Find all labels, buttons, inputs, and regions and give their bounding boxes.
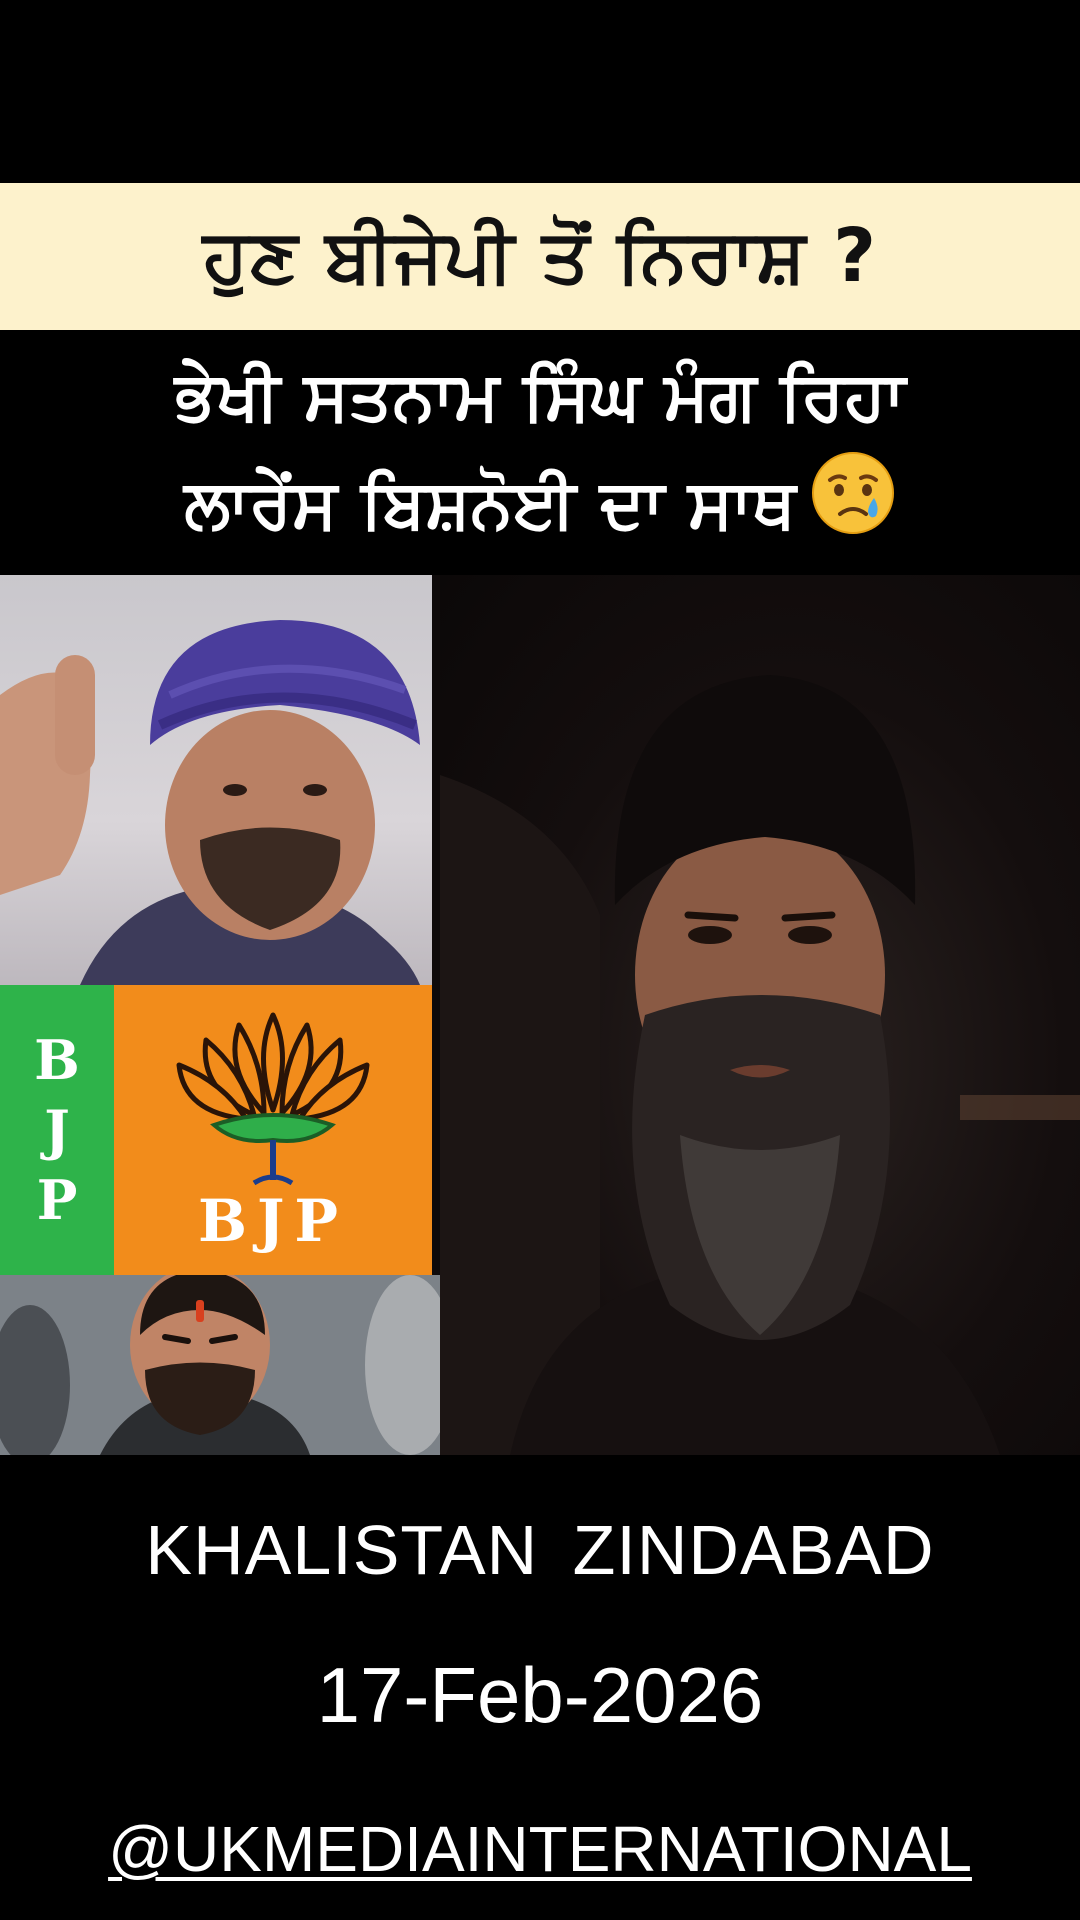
subheadline: ਭੇਖੀ ਸਤਨਾਮ ਸਿੰਘ ਮੰਗ ਰਿਹਾ ਲਾਰੇਂਸ ਬਿਸ਼ਨੋਈ … [0,340,1080,570]
lotus-icon [176,1012,370,1186]
media-collage: B J P BJP [0,575,1080,1455]
crying-face-icon [810,450,896,567]
bjp-letter-p: P [36,1168,78,1232]
subheadline-line-2-row: ਲਾਰੇਂਸ ਬਿਸ਼ਨੋਈ ਦਾ ਸਾਥ [184,450,895,567]
headline-band: ਹੁਣ ਬੀਜੇਪੀ ਤੋਂ ਨਿਰਾਸ਼ ? [0,183,1080,330]
subheadline-line-1: ਭੇਖੀ ਸਤਨਾਮ ਸਿੰਘ ਮੰਗ ਰਿਹਾ [174,356,906,436]
channel-handle-link[interactable]: @UKMEDIAINTERNATIONAL [0,1812,1080,1886]
footer-date: 17-Feb-2026 [316,1651,764,1739]
subheadline-line-2: ਲਾਰੇਂਸ ਬਿਸ਼ਨੋਈ ਦਾ ਸਾਥ [184,464,796,544]
video-clip-man-black-turban [440,575,1080,1455]
bjp-letter-b: B [34,1028,80,1092]
bjp-letter-j: J [44,1098,70,1162]
bjp-side-letters: B J P [0,985,114,1275]
bjp-logo-panel: BJP [114,985,432,1275]
video-clip-turbaned-man [0,575,432,985]
bjp-card: B J P BJP [0,985,432,1275]
bjp-logo-label: BJP [197,1187,349,1255]
headline-text: ਹੁਣ ਬੀਜੇਪੀ ਤੋਂ ਨਿਰਾਸ਼ ? [202,213,878,299]
footer-tagline: KHALISTAN ZINDABAD [145,1511,935,1589]
photo-man-with-tilak [0,1275,440,1455]
